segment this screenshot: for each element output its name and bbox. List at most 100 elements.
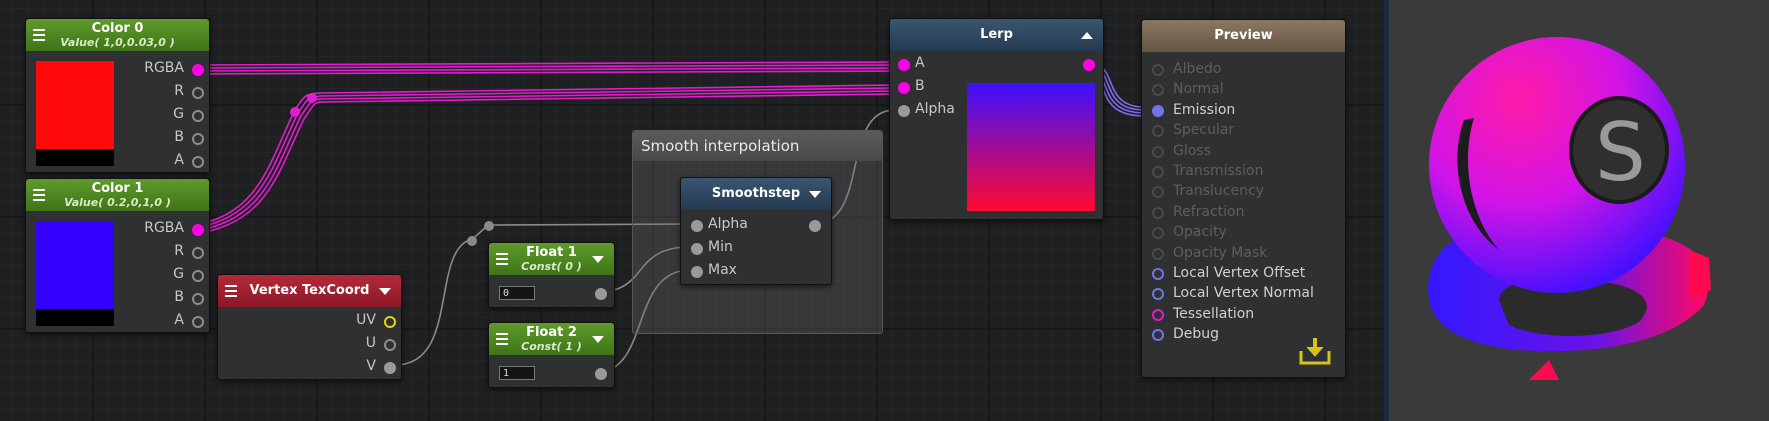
vertex-texcoord-header[interactable]: Vertex TexCoord <box>218 275 401 307</box>
output-port[interactable] <box>809 220 821 232</box>
port-label: Alpha <box>915 101 955 117</box>
preview-header[interactable]: Preview <box>1142 20 1345 52</box>
float1-value-input[interactable]: 0 <box>499 286 535 300</box>
input-port-alpha[interactable] <box>898 105 910 117</box>
color0-swatch[interactable] <box>36 61 114 149</box>
input-port-alpha[interactable] <box>691 220 703 232</box>
input-port[interactable] <box>1152 64 1164 76</box>
output-port-r[interactable] <box>192 247 204 259</box>
output-port-g[interactable] <box>192 110 204 122</box>
output-port-a[interactable] <box>192 316 204 328</box>
input-label: Refraction <box>1173 203 1245 220</box>
output-port-v[interactable] <box>384 362 396 374</box>
preview-node[interactable]: Preview Albedo Normal Emission Specular Glos… <box>1141 19 1346 378</box>
input-port[interactable] <box>1152 206 1164 219</box>
port-label: B <box>174 289 184 305</box>
color0-header[interactable]: Color 0 Value( 1,0,0.03,0 ) <box>26 19 209 51</box>
input-label: Emission <box>1173 101 1236 118</box>
output-port[interactable] <box>595 288 607 300</box>
material-preview-viewport[interactable]: S <box>1389 0 1769 421</box>
reroute-point[interactable] <box>484 221 494 231</box>
color0-alpha-swatch <box>36 149 114 166</box>
node-subtitle: Value( 1,0,0.03,0 ) <box>60 36 175 49</box>
input-label: Albedo <box>1173 61 1222 77</box>
output-port-a[interactable] <box>192 156 204 168</box>
input-label: Normal <box>1173 81 1224 98</box>
input-port[interactable] <box>1152 268 1164 280</box>
color1-header[interactable]: Color 1 Value( 0.2,0,1,0 ) <box>26 179 209 211</box>
output-port-u[interactable] <box>384 339 396 351</box>
input-label: Translucency <box>1173 183 1264 200</box>
node-title: Smoothstep <box>711 186 801 201</box>
triangle-up-icon[interactable] <box>1081 32 1093 39</box>
port-label: RGBA <box>144 60 184 76</box>
triangle-down-icon[interactable] <box>379 288 391 295</box>
port-label: R <box>174 243 184 259</box>
input-port[interactable] <box>1152 288 1164 301</box>
float1-node[interactable]: Float 1 Const( 0 ) 0 <box>488 242 615 308</box>
output-port[interactable] <box>1083 59 1095 71</box>
output-port-uv[interactable] <box>384 316 396 328</box>
vertex-texcoord-node[interactable]: Vertex TexCoord UV U V <box>217 274 402 380</box>
output-port[interactable] <box>595 368 607 380</box>
color1-node[interactable]: Color 1 Value( 0.2,0,1,0 ) RGBA R G B A <box>25 178 210 333</box>
color1-swatch[interactable] <box>36 221 114 309</box>
output-port-b[interactable] <box>192 293 204 305</box>
triangle-down-icon[interactable] <box>592 256 604 263</box>
hamburger-icon[interactable] <box>225 285 237 297</box>
input-label: Tessellation <box>1173 305 1255 322</box>
color1-alpha-swatch <box>36 309 114 326</box>
lerp-gradient-preview <box>967 83 1095 211</box>
smoothstep-node[interactable]: Smoothstep Alpha Min Max <box>680 177 832 285</box>
output-port-r[interactable] <box>192 87 204 99</box>
port-label: R <box>174 83 184 99</box>
smoothstep-header[interactable]: Smoothstep <box>681 178 831 210</box>
input-port[interactable] <box>1152 145 1164 158</box>
hamburger-icon[interactable] <box>33 189 45 201</box>
float2-header[interactable]: Float 2 Const( 1 ) <box>489 323 614 355</box>
output-port-rgba[interactable] <box>192 64 204 76</box>
preview-model: S <box>1428 37 1711 380</box>
float2-value-input[interactable]: 1 <box>499 366 535 380</box>
input-label: Opacity <box>1173 224 1227 241</box>
reroute-point[interactable] <box>307 93 317 103</box>
lerp-header[interactable]: Lerp <box>890 19 1103 51</box>
float2-node[interactable]: Float 2 Const( 1 ) 1 <box>488 322 615 388</box>
input-port[interactable] <box>1152 227 1164 240</box>
group-title[interactable]: Smooth interpolation <box>633 131 882 161</box>
port-label: Alpha <box>708 216 748 232</box>
triangle-down-icon[interactable] <box>809 191 821 198</box>
input-port[interactable] <box>1152 84 1164 97</box>
input-port[interactable] <box>1152 186 1164 199</box>
port-label: B <box>174 129 184 145</box>
triangle-down-icon[interactable] <box>592 336 604 343</box>
hamburger-icon[interactable] <box>33 29 45 41</box>
color0-node[interactable]: Color 0 Value( 1,0,0.03,0 ) RGBA R G B A <box>25 18 210 173</box>
input-port-max[interactable] <box>691 266 703 278</box>
port-label: Max <box>708 262 737 278</box>
input-port[interactable] <box>1152 166 1164 178</box>
port-label: B <box>915 78 925 94</box>
hamburger-icon[interactable] <box>496 333 508 345</box>
input-port[interactable] <box>1152 247 1164 260</box>
hamburger-icon[interactable] <box>496 253 508 265</box>
output-port-rgba[interactable] <box>192 224 204 236</box>
input-port[interactable] <box>1152 104 1164 117</box>
float1-header[interactable]: Float 1 Const( 0 ) <box>489 243 614 275</box>
port-label: UV <box>356 312 376 328</box>
lerp-node[interactable]: Lerp A B Alpha <box>889 18 1104 220</box>
shader-editor: Color 0 Value( 1,0,0.03,0 ) RGBA R G B A… <box>0 0 1769 421</box>
reroute-point[interactable] <box>467 236 477 246</box>
reroute-point[interactable] <box>290 107 300 117</box>
input-port[interactable] <box>1152 329 1164 342</box>
input-port-b[interactable] <box>898 82 910 94</box>
input-port[interactable] <box>1152 308 1164 321</box>
input-port-a[interactable] <box>898 59 910 71</box>
output-port-b[interactable] <box>192 133 204 145</box>
download-tray-icon[interactable] <box>1297 335 1333 367</box>
input-port[interactable] <box>1152 125 1164 138</box>
input-port-min[interactable] <box>691 243 703 255</box>
output-port-g[interactable] <box>192 270 204 282</box>
input-label: Transmission <box>1173 163 1264 179</box>
node-title: Preview <box>1214 28 1273 43</box>
